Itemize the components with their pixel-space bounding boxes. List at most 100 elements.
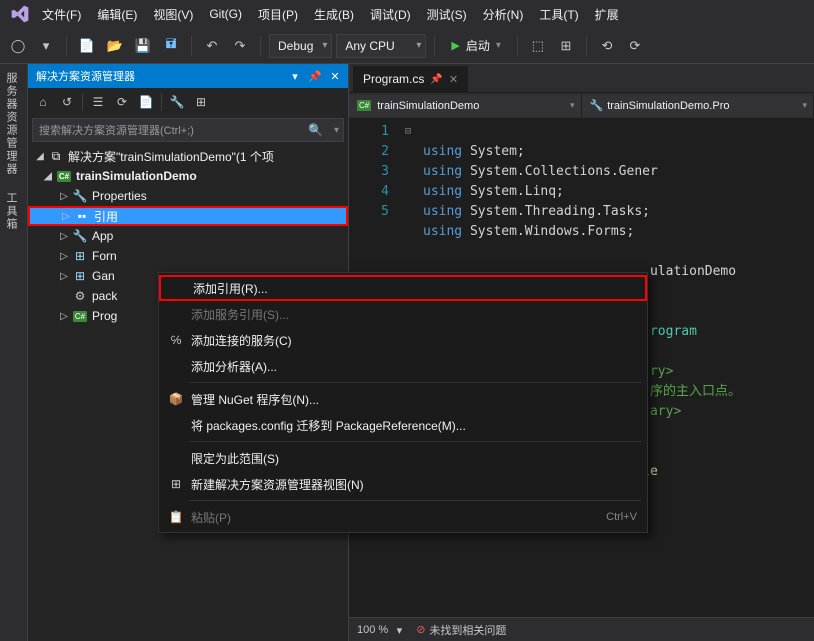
menubar: 文件(F) 编辑(E) 视图(V) Git(G) 项目(P) 生成(B) 调试(… <box>0 0 814 28</box>
references-icon: ▪▪ <box>74 209 90 223</box>
ctx-manage-nuget[interactable]: 📦 管理 NuGet 程序包(N)... <box>159 386 647 412</box>
start-label: 启动 <box>466 37 490 54</box>
menu-file[interactable]: 文件(F) <box>34 2 89 27</box>
search-dropdown-icon: ▾ <box>334 125 339 136</box>
form-label: Forn <box>92 249 117 263</box>
redo-button[interactable]: ↷ <box>228 34 252 58</box>
menu-debug[interactable]: 调试(D) <box>362 2 419 27</box>
solution-label: 解决方案"trainSimulationDemo"(1 个项 <box>68 148 274 165</box>
cs-file-icon: C# <box>73 311 87 322</box>
separator <box>189 382 641 383</box>
toolbar-btn-2[interactable]: ⊞ <box>554 34 578 58</box>
separator <box>189 500 641 501</box>
menu-project[interactable]: 项目(P) <box>250 2 306 27</box>
close-tab-icon[interactable]: ✕ <box>449 73 458 86</box>
editor-tab-program[interactable]: Program.cs 📌 ✕ <box>353 66 468 92</box>
search-icon: 🔍 <box>308 123 323 137</box>
pin-icon[interactable]: 📌 <box>430 74 442 85</box>
form-icon-2: ⊞ <box>72 269 88 283</box>
separator <box>189 441 641 442</box>
tab-label: Program.cs <box>363 72 424 86</box>
cs-icon: C# <box>357 100 371 111</box>
menu-git[interactable]: Git(G) <box>201 3 250 25</box>
nav-fwd-button[interactable]: ▾ <box>34 34 58 58</box>
save-button[interactable]: 💾 <box>131 34 155 58</box>
left-dock-strip: 服务器资源管理器 工具箱 <box>0 64 28 641</box>
class-icon: 🔧 <box>590 99 604 112</box>
ctx-add-service-reference[interactable]: 添加服务引用(S)... <box>159 301 647 327</box>
properties-label: Properties <box>92 189 147 203</box>
nav-back-button[interactable]: ◯ <box>6 34 30 58</box>
csharp-project-icon: C# <box>57 171 71 182</box>
ctx-add-connected-service[interactable]: ℅ 添加连接的服务(C) <box>159 327 647 353</box>
game-label: Gan <box>92 269 115 283</box>
start-debug-button[interactable]: ▶ 启动 ▾ <box>443 34 509 58</box>
server-explorer-tab[interactable]: 服务器资源管理器 <box>0 64 22 184</box>
solution-search-box[interactable]: 搜索解决方案资源管理器(Ctrl+;) 🔍 ▾ <box>32 118 344 142</box>
package-icon: ⚙ <box>72 289 88 303</box>
search-placeholder: 搜索解决方案资源管理器(Ctrl+;) <box>39 122 194 138</box>
issues-label: 未找到相关问题 <box>429 622 506 638</box>
link-icon: ℅ <box>165 333 187 347</box>
menu-extensions[interactable]: 扩展 <box>587 2 627 27</box>
toolbox-tab[interactable]: 工具箱 <box>0 184 22 239</box>
main-toolbar: ◯ ▾ 📄 📂 💾 🖬 ↶ ↷ Debug Any CPU ▶ 启动 ▾ ⬚ ⊞… <box>0 28 814 64</box>
nav-project-combo[interactable]: C# trainSimulationDemo <box>349 95 582 117</box>
collapse-button[interactable]: ↺ <box>56 91 78 113</box>
nav-type-combo[interactable]: 🔧 trainSimulationDemo.Pro <box>582 95 814 117</box>
view-icon: ⊞ <box>165 477 187 491</box>
panel-dropdown-button[interactable]: ▾ <box>286 67 304 85</box>
toolbar-btn-1[interactable]: ⬚ <box>526 34 550 58</box>
ctx-new-solution-view[interactable]: ⊞ 新建解决方案资源管理器视图(N) <box>159 471 647 497</box>
ctx-migrate-packages[interactable]: 将 packages.config 迁移到 PackageReference(M… <box>159 412 647 438</box>
project-label: trainSimulationDemo <box>76 169 197 183</box>
ctx-paste[interactable]: 📋 粘贴(P) Ctrl+V <box>159 504 647 530</box>
editor-tabs: Program.cs 📌 ✕ <box>349 64 814 92</box>
show-all-button[interactable]: 📄 <box>135 91 157 113</box>
nav-type-label: trainSimulationDemo.Pro <box>607 100 729 112</box>
panel-close-button[interactable]: ✕ <box>326 67 344 85</box>
menu-view[interactable]: 视图(V) <box>145 2 201 27</box>
menu-build[interactable]: 生成(B) <box>306 2 362 27</box>
sync-button[interactable]: ⟳ <box>111 91 133 113</box>
open-button[interactable]: 📂 <box>103 34 127 58</box>
form-node[interactable]: ▷ ⊞ Forn <box>28 246 348 266</box>
new-project-button[interactable]: 📄 <box>75 34 99 58</box>
references-context-menu: 添加引用(R)... 添加服务引用(S)... ℅ 添加连接的服务(C) 添加分… <box>158 272 648 533</box>
ctx-scope-to-this[interactable]: 限定为此范围(S) <box>159 445 647 471</box>
references-node[interactable]: ▷ ▪▪ 引用 <box>28 206 348 226</box>
wrench-icon: 🔧 <box>72 189 88 203</box>
properties-button[interactable]: 🔧 <box>166 91 188 113</box>
properties-node[interactable]: ▷ 🔧 Properties <box>28 186 348 206</box>
menu-analyze[interactable]: 分析(N) <box>475 2 532 27</box>
solution-icon: ⧉ <box>48 149 64 164</box>
toolbar-btn-4[interactable]: ⟳ <box>623 34 647 58</box>
config-combo[interactable]: Debug <box>269 34 332 58</box>
app-label: App <box>92 229 113 243</box>
play-icon: ▶ <box>451 39 459 52</box>
menu-test[interactable]: 测试(S) <box>419 2 475 27</box>
preview-button[interactable]: ⊞ <box>190 91 212 113</box>
panel-pin-button[interactable]: 📌 <box>306 67 324 85</box>
pending-changes-button[interactable]: ☰ <box>87 91 109 113</box>
form-icon: ⊞ <box>72 249 88 263</box>
paste-icon: 📋 <box>165 510 187 524</box>
menu-edit[interactable]: 编辑(E) <box>89 2 145 27</box>
nav-project-label: trainSimulationDemo <box>377 100 479 112</box>
solution-node[interactable]: ◢ ⧉ 解决方案"trainSimulationDemo"(1 个项 <box>28 146 348 166</box>
editor-status-bar: 100 % ⊘ 未找到相关问题 <box>349 617 814 641</box>
save-all-button[interactable]: 🖬 <box>159 34 183 58</box>
platform-combo[interactable]: Any CPU <box>336 34 426 58</box>
menu-tools[interactable]: 工具(T) <box>531 2 586 27</box>
zoom-combo[interactable]: 100 % <box>357 624 402 636</box>
undo-button[interactable]: ↶ <box>200 34 224 58</box>
error-icon: ⊘ <box>416 623 425 636</box>
ctx-add-reference[interactable]: 添加引用(R)... <box>159 275 647 301</box>
vs-logo-icon <box>6 4 34 24</box>
toolbar-btn-3[interactable]: ⟲ <box>595 34 619 58</box>
references-label: 引用 <box>94 208 118 225</box>
home-button[interactable]: ⌂ <box>32 91 54 113</box>
project-node[interactable]: ◢ C# trainSimulationDemo <box>28 166 348 186</box>
ctx-add-analyzer[interactable]: 添加分析器(A)... <box>159 353 647 379</box>
app-config-node[interactable]: ▷ 🔧 App <box>28 226 348 246</box>
